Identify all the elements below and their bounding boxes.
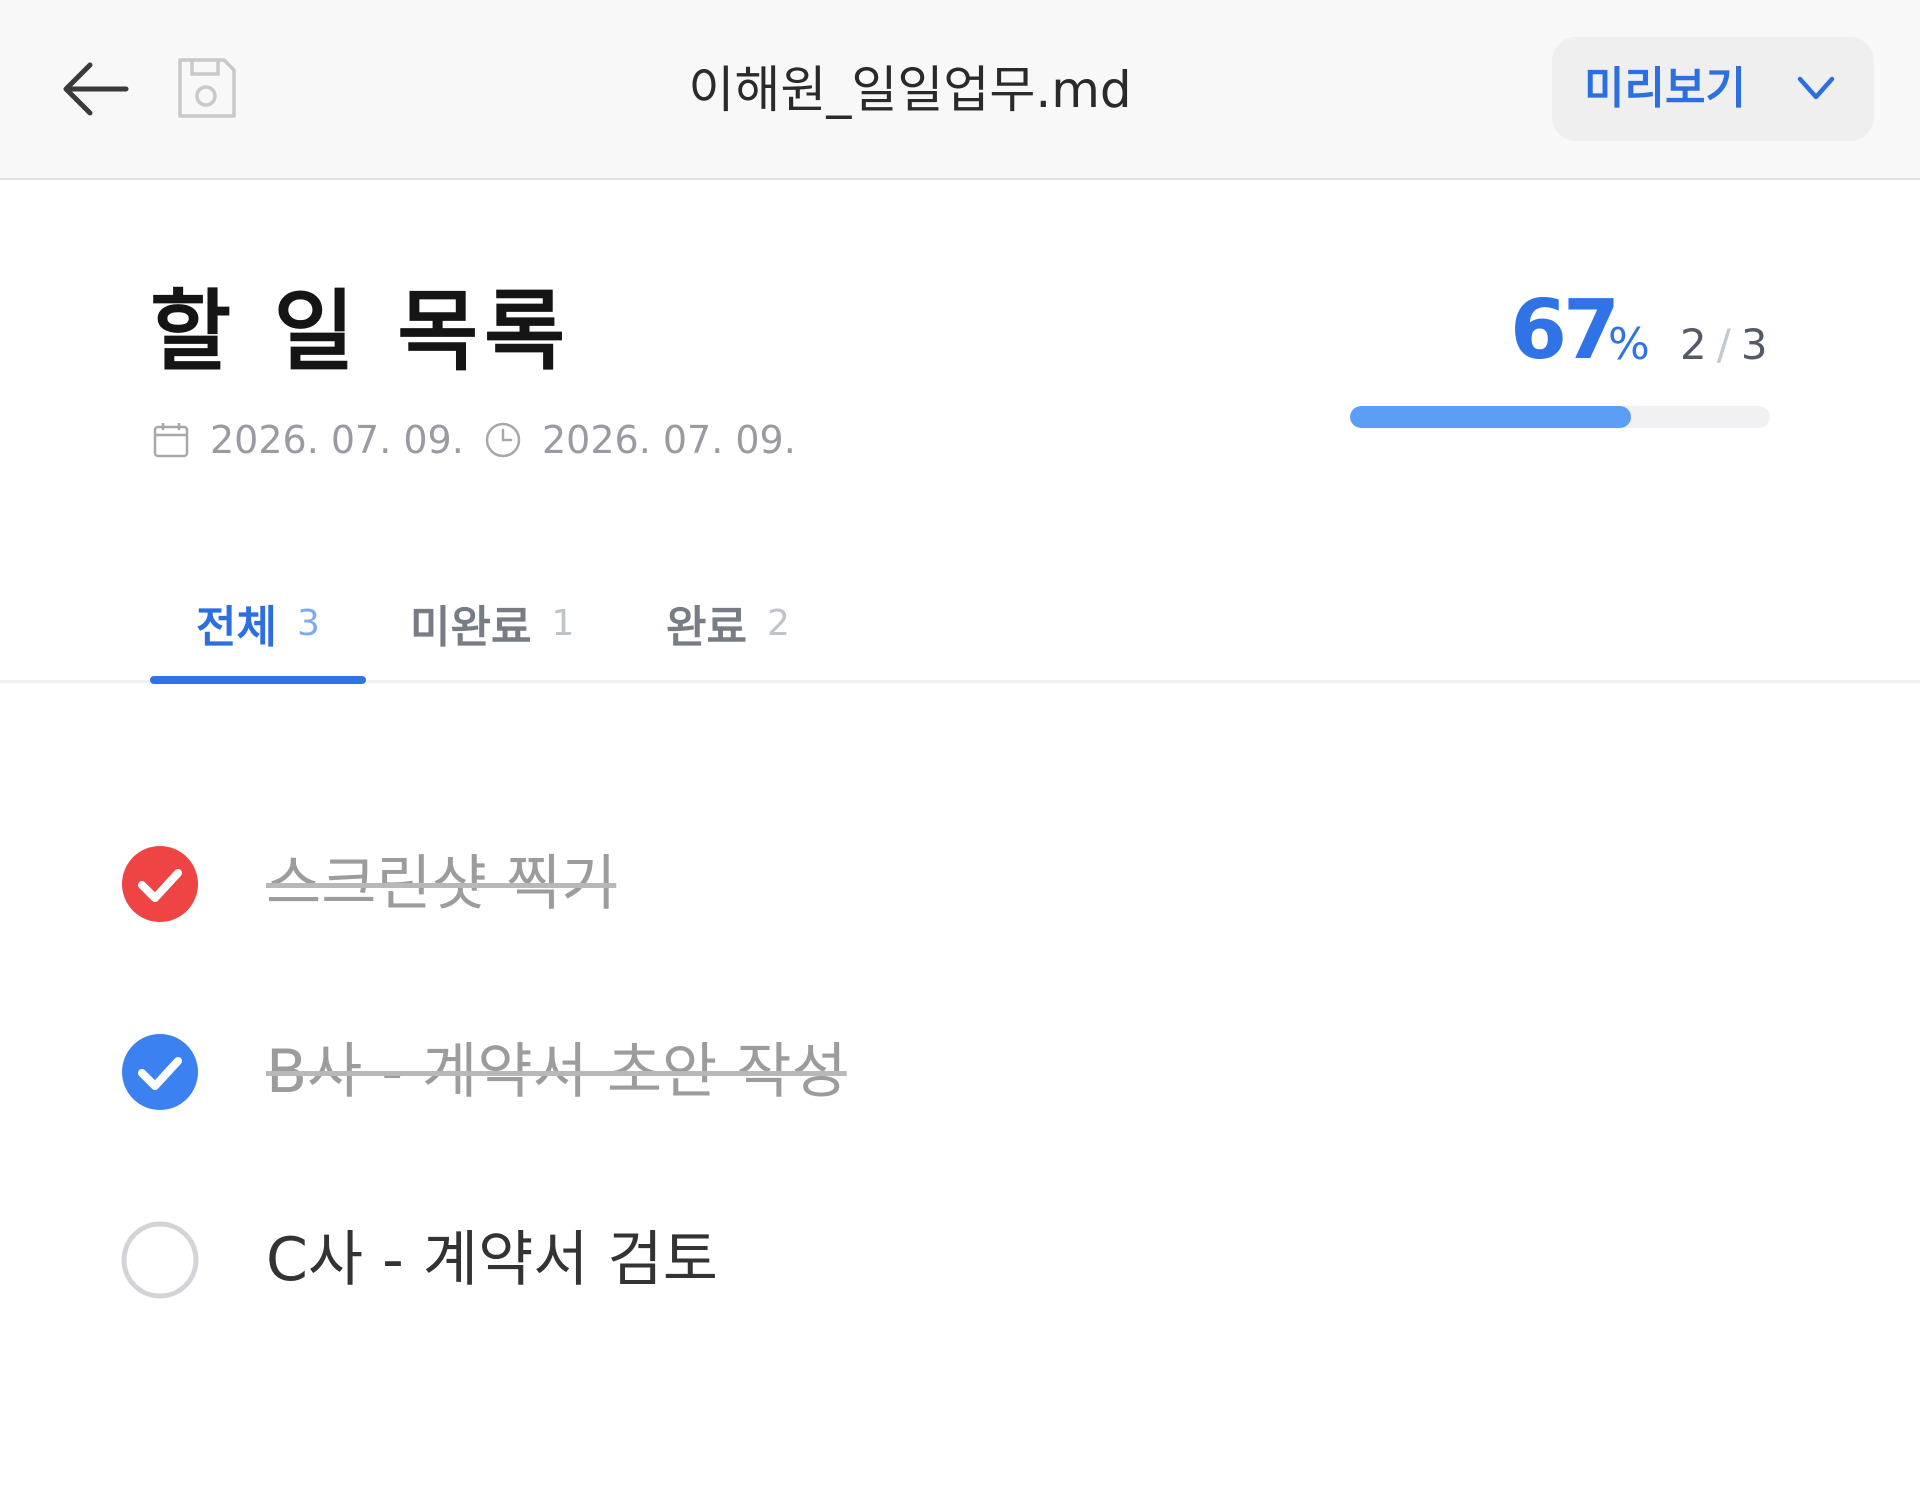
floppy-disk-icon — [178, 58, 236, 118]
modified-date-text: 2026. 07. 09. — [542, 418, 796, 462]
chevron-down-icon — [1797, 76, 1835, 100]
tab-incomplete[interactable]: 미완료 1 — [410, 588, 574, 658]
todo-text[interactable]: 스크린샷 찍기 — [266, 844, 616, 924]
created-date-text: 2026. 07. 09. — [210, 418, 464, 462]
todo-item: B사 - 계약서 초안 작성 — [120, 1032, 847, 1112]
todo-text[interactable]: B사 - 계약서 초안 작성 — [266, 1032, 847, 1112]
calendar-icon — [152, 421, 190, 459]
file-title: 이해원_일일업무.md — [688, 61, 1132, 119]
empty-circle-icon — [121, 1221, 199, 1299]
check-circle-icon — [122, 1034, 198, 1110]
view-mode-label: 미리보기 — [1584, 63, 1746, 114]
progress-percent: 67 — [1510, 283, 1620, 378]
completed-count: 2 — [1680, 320, 1707, 369]
tab-label: 전체 — [196, 602, 277, 653]
todo-text[interactable]: C사 - 계약서 검토 — [266, 1220, 718, 1300]
checkbox-checked-blue[interactable] — [120, 1032, 200, 1112]
progress-fraction: 2/3 — [1680, 320, 1768, 369]
progress-bar — [1350, 406, 1770, 428]
tab-count: 2 — [766, 602, 790, 644]
check-circle-icon — [122, 846, 198, 922]
filter-tabs: 전체 3 미완료 1 완료 2 — [0, 560, 1920, 684]
back-button[interactable] — [50, 50, 140, 128]
modified-date: 2026. 07. 09. — [484, 412, 796, 468]
clock-icon — [484, 421, 522, 459]
progress-bar-fill — [1350, 406, 1632, 428]
tab-complete[interactable]: 완료 2 — [666, 588, 790, 658]
progress-percent-sign: % — [1608, 319, 1650, 370]
todo-item: C사 - 계약서 검토 — [120, 1220, 718, 1300]
checkbox-checked-red[interactable] — [120, 844, 200, 924]
page-title: 할 일 목록 — [150, 280, 572, 383]
arrow-left-icon — [63, 62, 129, 116]
top-bar: 이해원_일일업무.md 미리보기 — [0, 0, 1920, 180]
view-mode-dropdown[interactable]: 미리보기 — [1552, 37, 1874, 141]
total-count: 3 — [1740, 320, 1768, 369]
created-date: 2026. 07. 09. — [152, 412, 464, 468]
tab-label: 완료 — [666, 602, 747, 653]
tab-label: 미완료 — [410, 602, 532, 653]
tab-all[interactable]: 전체 3 — [196, 588, 320, 658]
checkbox-unchecked[interactable] — [120, 1220, 200, 1300]
tab-count: 3 — [296, 602, 320, 644]
tab-count: 1 — [551, 602, 575, 644]
save-button[interactable] — [170, 52, 242, 124]
todo-item: 스크린샷 찍기 — [120, 844, 616, 924]
active-tab-indicator — [150, 676, 366, 684]
